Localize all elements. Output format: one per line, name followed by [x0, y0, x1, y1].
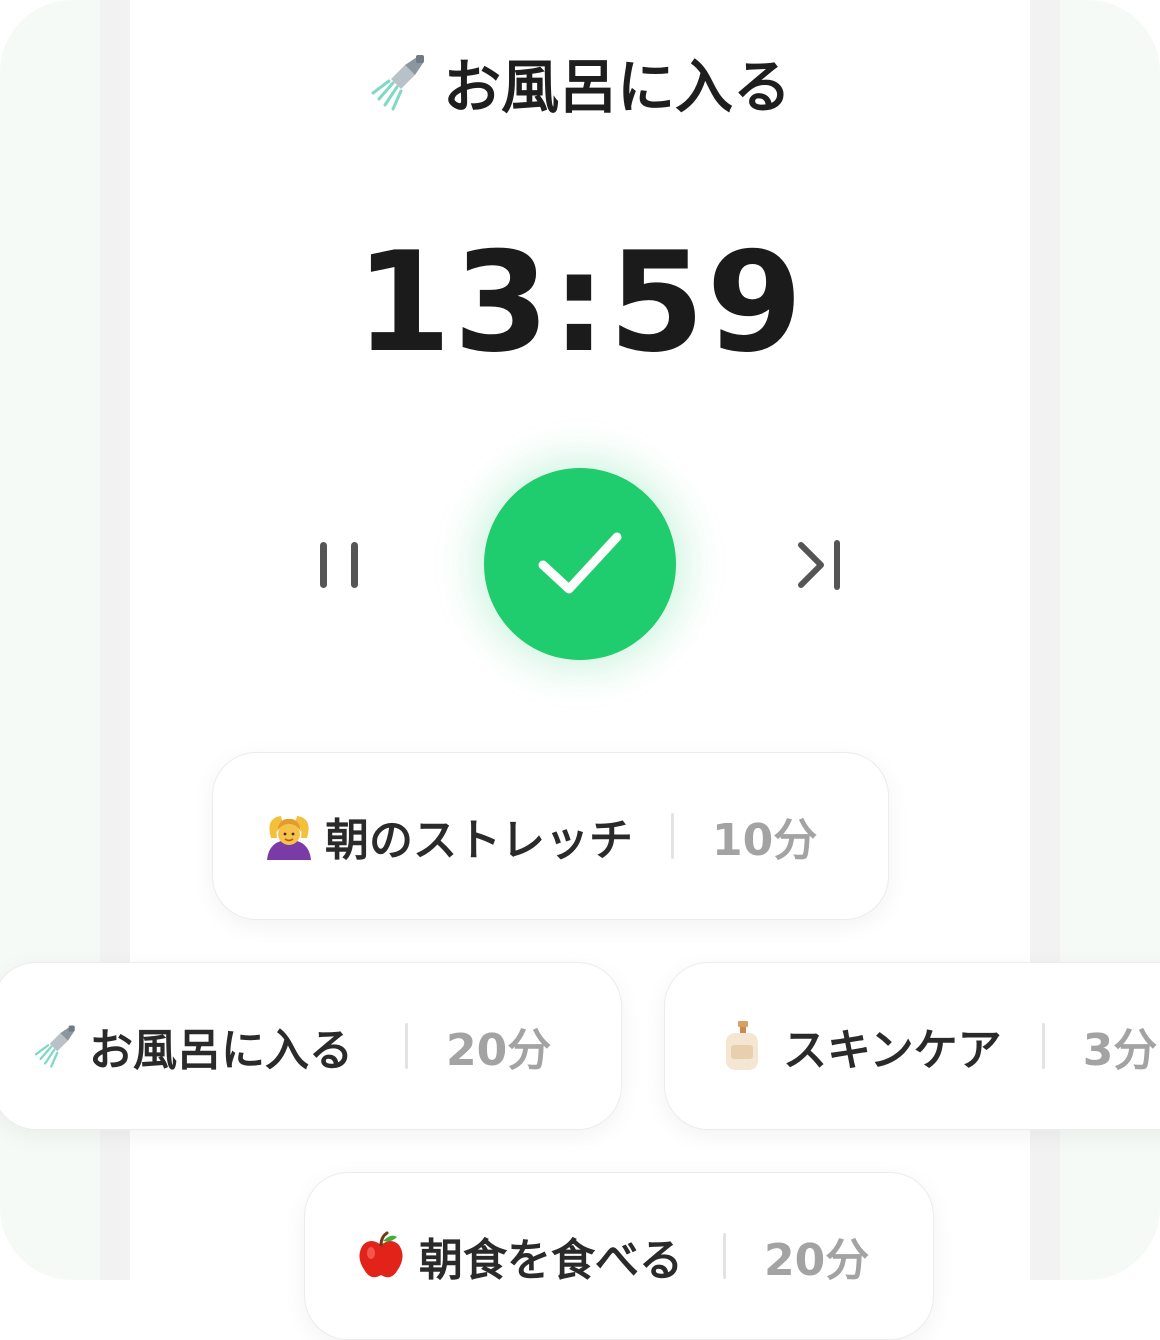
lotion-bottle-icon	[723, 1021, 761, 1071]
task-name: お風呂に入る	[89, 1025, 353, 1076]
task-duration: 10分	[712, 815, 818, 866]
task-duration: 20分	[764, 1235, 870, 1286]
countdown-timer: 13:59	[355, 222, 805, 383]
shower-icon	[369, 53, 427, 111]
task-duration: 20分	[446, 1025, 552, 1076]
task-card[interactable]: お風呂に入る 20分	[0, 962, 622, 1130]
skip-next-icon	[798, 540, 840, 590]
task-name: 朝食を食べる	[419, 1235, 683, 1286]
skip-button[interactable]	[780, 525, 860, 605]
pause-button[interactable]	[300, 525, 380, 605]
complete-task-button[interactable]	[484, 468, 676, 660]
divider	[405, 1023, 408, 1069]
current-task-title: お風呂に入る	[442, 53, 791, 121]
checkmark-icon	[538, 532, 622, 594]
red-apple-icon	[357, 1231, 405, 1281]
shower-icon	[33, 1024, 77, 1068]
task-card[interactable]: 朝のストレッチ 10分	[212, 752, 889, 920]
task-name: スキンケア	[783, 1025, 1002, 1076]
divider	[671, 813, 674, 859]
divider	[1041, 1023, 1045, 1069]
current-task-header: お風呂に入る	[130, 40, 1030, 124]
divider	[723, 1233, 726, 1279]
task-card[interactable]: スキンケア 3分	[664, 962, 1160, 1130]
task-card[interactable]: 朝食を食べる 20分	[304, 1172, 934, 1340]
task-name: 朝のストレッチ	[325, 815, 633, 866]
task-duration: 3分	[1082, 1025, 1158, 1076]
woman-gesturing-ok-icon	[263, 810, 315, 862]
pause-icon	[320, 542, 358, 588]
